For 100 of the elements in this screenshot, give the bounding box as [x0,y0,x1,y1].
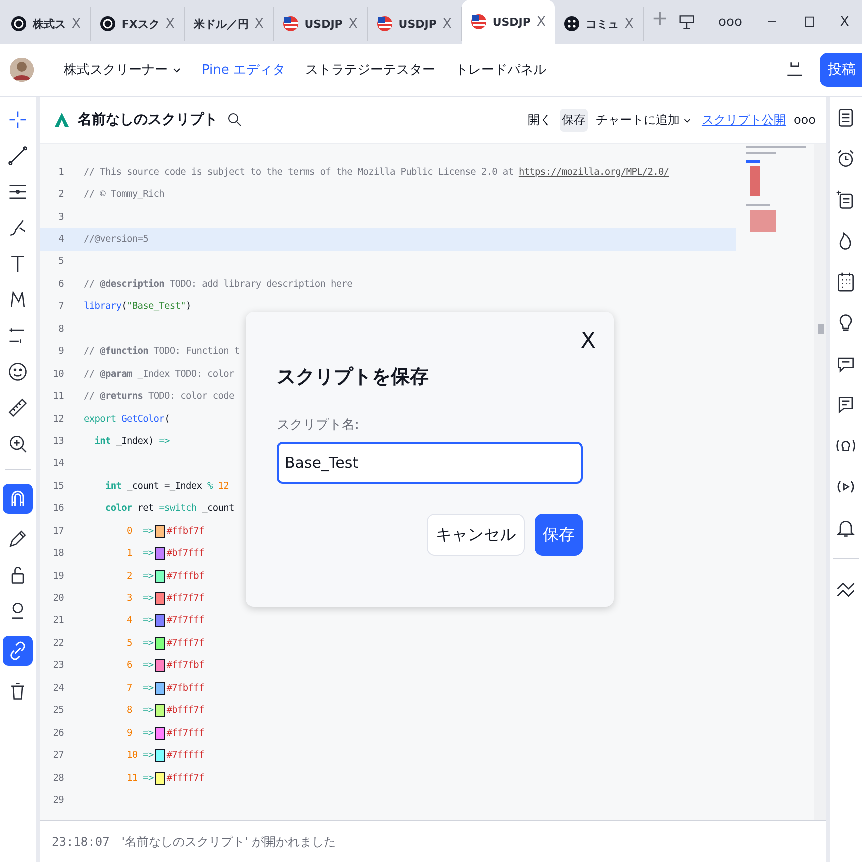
line-number: 24 [52,682,64,694]
line-number: 19 [52,570,64,582]
line-number: 3 [58,212,64,223]
magnet-icon[interactable] [3,484,33,514]
calendar-icon[interactable] [835,271,857,293]
close-tab-button[interactable]: X [166,16,175,32]
browser-tab[interactable]: 株式ス X [2,7,91,41]
line-number: 25 [52,705,64,716]
cancel-button[interactable]: キャンセル [427,514,525,556]
line-number: 2 [58,189,64,200]
add-to-chart-button[interactable]: チャートに追加 [594,108,694,132]
script-title: 名前なしのスクリプト [78,111,218,129]
code-line: // @returns TODO: color code [84,391,234,402]
color-swatch[interactable] [154,547,165,560]
script-name-field[interactable]: Base_Test [277,442,583,484]
crosshair-icon[interactable] [7,109,29,131]
tree-logo-icon [54,112,70,128]
code-line: 1 => #bf7fff [126,547,204,560]
code-line: //@version=5 [84,234,148,246]
save-button[interactable]: 保存 [535,514,583,556]
browser-tab[interactable]: コミュ X [554,7,644,41]
code-line: 9 => #ff7fff [126,726,204,740]
browser-tab[interactable]: USDJP X [274,7,368,41]
close-tab-button[interactable]: X [348,16,358,32]
publish-link[interactable]: スクリプト公開 [700,108,788,132]
more-button[interactable]: ooo [718,14,742,30]
flag-icon [376,16,393,32]
line-number: 5 [58,256,64,268]
color-swatch[interactable] [154,614,165,628]
code-line: 2 => #7fffbf [126,570,204,583]
log-message: '名前なしのスクリプト' が開かれました [122,834,336,850]
toolbar-button[interactable]: 保存 [560,108,588,132]
line-number: 11 [52,391,64,402]
tab-label: 株式ス [33,16,66,32]
tab-label: コミュ [586,16,619,32]
nav-tab[interactable]: トレードパネル [456,61,547,79]
close-tab-button[interactable]: X [536,14,546,30]
line-number: 23 [52,660,64,672]
color-swatch[interactable] [154,682,165,695]
avatar[interactable] [10,58,34,82]
color-swatch[interactable] [154,772,165,785]
line-number: 16 [52,503,64,514]
nav-tab[interactable]: Pine エディタ [202,61,286,79]
line-number: 27 [52,750,64,762]
code-line: 7 => #7fbfff [126,682,204,695]
color-swatch[interactable] [154,636,165,650]
code-line: // @param _Index TODO: color [84,368,234,380]
scrollbar-thumb[interactable] [818,324,824,334]
color-swatch[interactable] [154,704,165,718]
color-swatch[interactable] [154,659,165,672]
line-number: 12 [52,414,64,425]
code-line: 4 => #7f7fff [126,614,204,628]
link-icon[interactable] [3,636,33,666]
tab-label: USDJP [304,18,343,30]
toolbar-button[interactable]: 開く [526,108,554,132]
field-label: スクリプト名: [277,417,360,434]
post-button[interactable]: 投稿 [820,53,862,87]
line-number: 26 [52,728,64,739]
flag-icon [470,14,487,30]
close-button[interactable]: X [574,328,602,355]
code-line: 11 => #ffff7f [126,772,204,785]
zoom-in-icon[interactable] [7,433,29,455]
line-number: 7 [58,301,64,312]
line-number: 13 [52,436,64,447]
code-line: // © Tommy_Rich [84,189,165,200]
close-tab-button[interactable]: X [254,16,264,32]
smiley-icon[interactable] [7,361,29,383]
color-swatch[interactable] [154,524,165,538]
nav-tab[interactable]: ストラテジーテスター [306,61,436,79]
line-number: 1 [58,166,64,178]
logo-icon [100,16,116,32]
nav-tab[interactable]: 株式スクリーナー [64,61,182,79]
code-line: 3 => #ff7f7f [126,592,204,606]
line-number: 15 [52,480,64,492]
color-swatch[interactable] [154,749,165,762]
color-swatch[interactable] [154,592,165,606]
browser-tab[interactable]: USDJP X [368,7,462,41]
line-number: 4 [58,234,64,246]
trend-line-icon[interactable] [7,145,29,167]
color-swatch[interactable] [154,726,165,740]
ruler-icon[interactable] [7,397,29,419]
close-tab-button[interactable]: X [72,16,81,32]
line-number: 20 [52,593,64,604]
color-swatch[interactable] [154,570,165,583]
browser-tab[interactable]: USDJP X [462,0,555,44]
code-line: int _Index) => [94,436,170,447]
browser-tab[interactable]: FXスク X [90,7,185,41]
search-icon[interactable] [226,111,244,129]
logo-icon [11,16,27,32]
line-number: 21 [52,615,64,626]
close-tab-button[interactable]: X [624,16,634,32]
more-button[interactable]: ooo [794,113,816,127]
tab-label: USDJP [398,18,437,30]
code-line: // This source code is subject to the terms of the Mozilla Public License 2.0 at https://mozilla.org/MPL/2.0/ [84,166,670,178]
browser-tab[interactable]: 米ドル／円 X [184,7,274,41]
close-window-button[interactable]: X [840,14,850,30]
close-tab-button[interactable]: X [442,16,452,32]
code-line: 10 => #7fffff [126,749,204,762]
line-number: 29 [52,794,64,806]
flag-icon [282,16,299,32]
